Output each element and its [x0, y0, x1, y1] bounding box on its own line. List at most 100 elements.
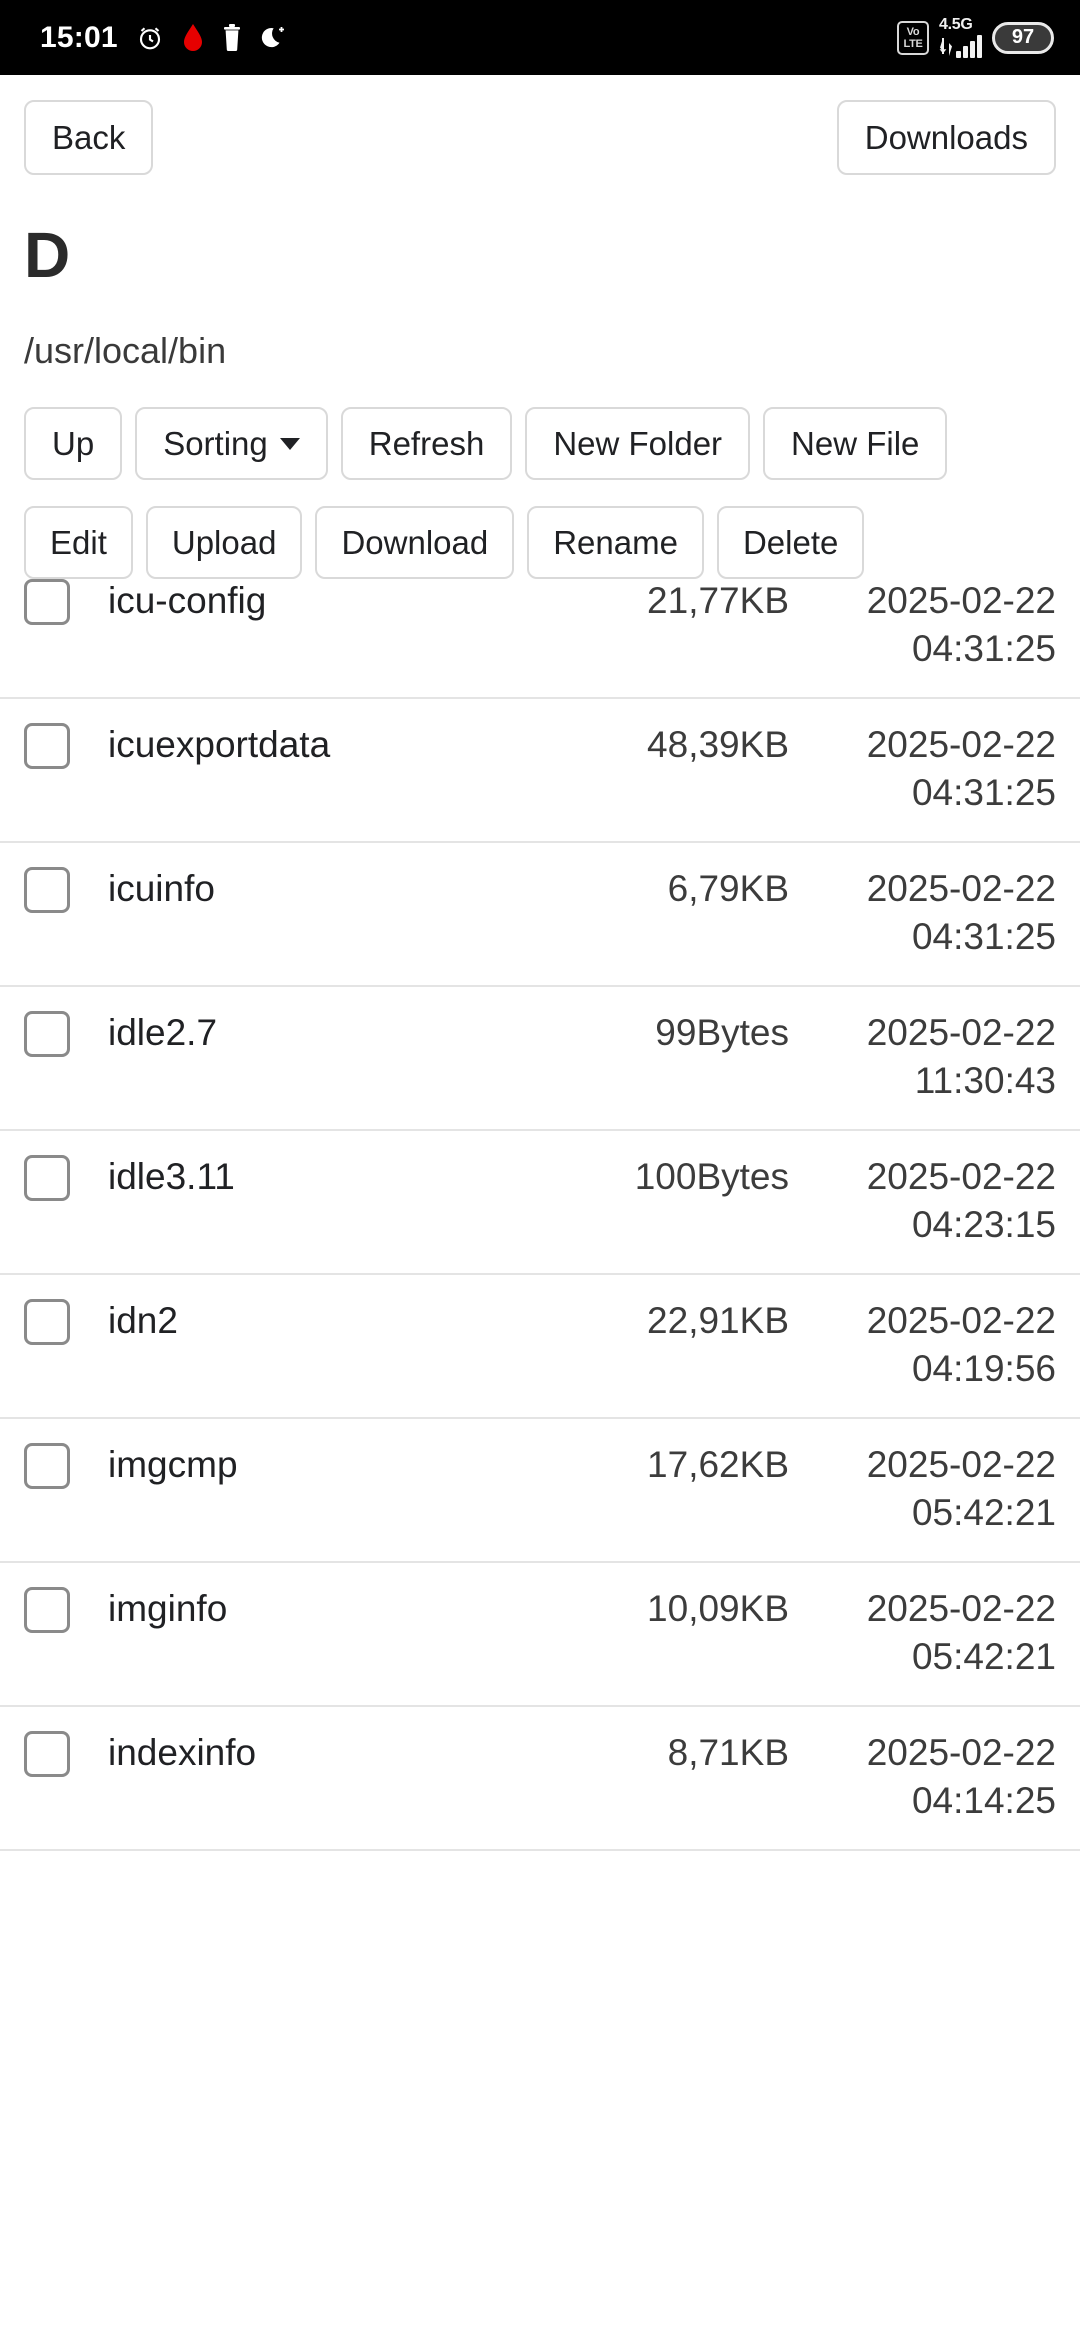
- file-select-checkbox[interactable]: [24, 579, 70, 625]
- file-select-checkbox[interactable]: [24, 867, 70, 913]
- chevron-down-icon: [279, 437, 300, 450]
- file-date-time: 04:19:56: [911, 1348, 1056, 1389]
- table-row[interactable]: idle2.7 99Bytes 2025-02-22 11:30:43: [0, 987, 1080, 1131]
- file-name[interactable]: icuinfo: [108, 865, 589, 913]
- file-modified-date: 2025-02-22 04:19:56: [811, 1297, 1056, 1393]
- upload-button[interactable]: Upload: [145, 506, 303, 579]
- file-date-day: 2025-02-22: [866, 1300, 1056, 1341]
- top-navigation-bar: Back Downloads: [0, 75, 1080, 175]
- file-select-checkbox[interactable]: [24, 1587, 70, 1633]
- file-date-time: 04:31:25: [911, 772, 1056, 813]
- file-date-time: 04:31:25: [911, 916, 1056, 957]
- delete-button[interactable]: Delete: [716, 506, 865, 579]
- file-modified-date: 2025-02-22 04:31:25: [811, 865, 1056, 961]
- file-select-checkbox[interactable]: [24, 723, 70, 769]
- alarm-clock-icon: [135, 23, 165, 53]
- file-modified-date: 2025-02-22 04:23:15: [811, 1153, 1056, 1249]
- file-modified-date: 2025-02-22 11:30:43: [811, 1009, 1056, 1105]
- refresh-button[interactable]: Refresh: [340, 407, 513, 480]
- file-date-day: 2025-02-22: [866, 1156, 1056, 1197]
- file-size: 100Bytes: [634, 1156, 789, 1197]
- file-date-day: 2025-02-22: [866, 1444, 1056, 1485]
- volte-icon: Vo LTE: [897, 20, 929, 55]
- file-date-time: 05:42:21: [911, 1636, 1056, 1677]
- file-size: 21,77KB: [647, 580, 789, 621]
- file-select-checkbox[interactable]: [24, 1443, 70, 1489]
- status-bar: 15:01 Vo LTE 4.5G 97: [0, 0, 1080, 75]
- file-date-time: 11:30:43: [914, 1060, 1056, 1101]
- table-row[interactable]: indexinfo 8,71KB 2025-02-22 04:14:25: [0, 1707, 1080, 1851]
- edit-button[interactable]: Edit: [24, 506, 133, 579]
- file-name[interactable]: idn2: [108, 1297, 589, 1345]
- downloads-button[interactable]: Downloads: [836, 100, 1056, 175]
- table-row[interactable]: icuexportdata 48,39KB 2025-02-22 04:31:25: [0, 699, 1080, 843]
- file-name[interactable]: icu-config: [108, 577, 589, 625]
- file-size: 99Bytes: [655, 1012, 789, 1053]
- table-row[interactable]: imginfo 10,09KB 2025-02-22 05:42:21: [0, 1563, 1080, 1707]
- file-actions-toolbar: Edit Upload Download Rename Delete: [0, 480, 1080, 579]
- file-date-time: 05:42:21: [911, 1492, 1056, 1533]
- signal-strength-icon: [939, 34, 982, 58]
- file-date-day: 2025-02-22: [866, 1588, 1056, 1629]
- file-modified-date: 2025-02-22 05:42:21: [811, 1441, 1056, 1537]
- file-modified-date: 2025-02-22 04:31:25: [811, 577, 1056, 673]
- table-row[interactable]: icu-config 21,77KB 2025-02-22 04:31:25: [0, 577, 1080, 699]
- file-size: 6,79KB: [667, 868, 789, 909]
- file-date-time: 04:14:25: [911, 1780, 1056, 1821]
- trash-icon: [221, 23, 243, 53]
- download-button[interactable]: Download: [315, 506, 515, 579]
- back-button[interactable]: Back: [24, 100, 154, 175]
- file-name[interactable]: indexinfo: [108, 1729, 589, 1777]
- up-button[interactable]: Up: [24, 407, 123, 480]
- table-row[interactable]: idn2 22,91KB 2025-02-22 04:19:56: [0, 1275, 1080, 1419]
- status-bar-clock: 15:01: [40, 20, 118, 54]
- file-modified-date: 2025-02-22 05:42:21: [811, 1585, 1056, 1681]
- sorting-dropdown-button[interactable]: Sorting: [135, 407, 328, 480]
- file-select-checkbox[interactable]: [24, 1155, 70, 1201]
- status-bar-right: Vo LTE 4.5G 97: [897, 17, 1054, 58]
- file-name[interactable]: idle3.11: [108, 1153, 589, 1201]
- recording-dot-icon: [182, 23, 204, 53]
- rename-button[interactable]: Rename: [527, 506, 704, 579]
- file-size: 8,71KB: [667, 1732, 789, 1773]
- file-list[interactable]: icu-config 21,77KB 2025-02-22 04:31:25 icuex…: [0, 577, 1080, 1851]
- file-date-time: 04:23:15: [911, 1204, 1056, 1245]
- file-modified-date: 2025-02-22 04:31:25: [811, 721, 1056, 817]
- file-select-checkbox[interactable]: [24, 1731, 70, 1777]
- file-name[interactable]: imgcmp: [108, 1441, 589, 1489]
- table-row[interactable]: icuinfo 6,79KB 2025-02-22 04:31:25: [0, 843, 1080, 987]
- volte-top-label: Vo: [906, 25, 920, 38]
- file-size: 17,62KB: [647, 1444, 789, 1485]
- file-name[interactable]: idle2.7: [108, 1009, 589, 1057]
- file-size: 22,91KB: [647, 1300, 789, 1341]
- battery-indicator: 97: [992, 21, 1054, 54]
- table-row[interactable]: imgcmp 17,62KB 2025-02-22 05:42:21: [0, 1419, 1080, 1563]
- navigation-toolbar: Up Sorting Refresh New Folder New File: [0, 369, 1080, 480]
- file-size: 10,09KB: [647, 1588, 789, 1629]
- file-size: 48,39KB: [647, 724, 789, 765]
- file-name[interactable]: icuexportdata: [108, 721, 589, 769]
- page-title: D: [24, 219, 70, 291]
- network-indicator: 4.5G: [939, 17, 982, 58]
- file-select-checkbox[interactable]: [24, 1011, 70, 1057]
- file-modified-date: 2025-02-22 04:14:25: [811, 1729, 1056, 1825]
- do-not-disturb-moon-icon: [260, 23, 286, 53]
- page-content: Back Downloads D /usr/local/bin Up Sorti…: [0, 75, 1080, 1851]
- sorting-label: Sorting: [163, 425, 268, 462]
- table-row[interactable]: idle3.11 100Bytes 2025-02-22 04:23:15: [0, 1131, 1080, 1275]
- network-type-label: 4.5G: [939, 16, 973, 33]
- sorting-dropdown-inner: Sorting: [163, 427, 300, 460]
- file-select-checkbox[interactable]: [24, 1299, 70, 1345]
- file-date-time: 04:31:25: [911, 628, 1056, 669]
- status-bar-left: 15:01: [40, 21, 286, 55]
- new-folder-button[interactable]: New Folder: [525, 407, 751, 480]
- file-date-day: 2025-02-22: [866, 1012, 1056, 1053]
- current-path: /usr/local/bin: [24, 330, 227, 371]
- file-date-day: 2025-02-22: [866, 1732, 1056, 1773]
- signal-bars-icon: [956, 34, 982, 58]
- file-date-day: 2025-02-22: [866, 724, 1056, 765]
- new-file-button[interactable]: New File: [763, 407, 948, 480]
- file-date-day: 2025-02-22: [866, 580, 1056, 621]
- file-name[interactable]: imginfo: [108, 1585, 589, 1633]
- file-date-day: 2025-02-22: [866, 868, 1056, 909]
